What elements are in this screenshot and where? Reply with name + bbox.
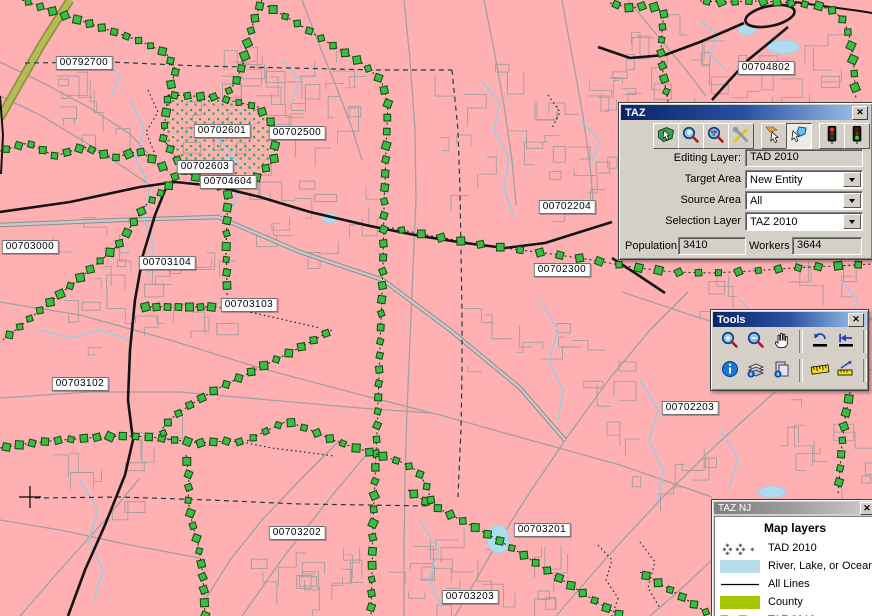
pointer-select-shape-button[interactable] xyxy=(786,123,812,149)
traffic-green-icon xyxy=(847,125,867,148)
population-field: 3410 xyxy=(678,237,746,255)
water-fill-swatch xyxy=(720,560,762,573)
legend-heading: Map layers xyxy=(715,519,872,539)
legend-panel: TAZ NJ ✕ Map layers TAD 2010 River, Lake,… xyxy=(711,499,872,616)
target-area-value: New Entity xyxy=(746,174,842,186)
legend-window-title: TAZ NJ xyxy=(716,503,860,514)
legend-item: River, Lake, or Ocean xyxy=(715,557,872,575)
layers-info-icon xyxy=(746,359,766,382)
pan-hand-icon xyxy=(772,330,792,353)
application-screen: 0079270000704802007026010070250000702603… xyxy=(0,0,872,616)
selection-layer-label: Selection Layer xyxy=(621,215,741,227)
measure-area-icon xyxy=(836,359,856,382)
chevron-down-icon[interactable] xyxy=(843,214,861,229)
legend-item: All Lines xyxy=(715,575,872,593)
zoom-lens-icon xyxy=(681,125,701,148)
target-area-dropdown[interactable]: New Entity xyxy=(745,170,863,189)
legend-item-label: River, Lake, or Ocean xyxy=(768,560,872,572)
editing-layer-label: Editing Layer: xyxy=(621,152,741,164)
zoom-layers-button[interactable] xyxy=(703,123,729,149)
legend-item: TAD 2010 xyxy=(715,539,872,557)
select-shape-button[interactable] xyxy=(653,123,679,149)
county-fill-swatch xyxy=(720,596,762,609)
measure-area-button[interactable] xyxy=(834,359,857,382)
chevron-down-icon[interactable] xyxy=(843,193,861,208)
undo-button[interactable] xyxy=(808,330,831,353)
toolbar-separator xyxy=(799,330,803,353)
zoom-out-button[interactable] xyxy=(744,330,767,353)
workers-field: 3644 xyxy=(792,237,862,255)
legend-body: Map layers TAD 2010 River, Lake, or Ocean… xyxy=(714,516,872,616)
traffic-green-button[interactable] xyxy=(844,123,870,149)
legend-item-label: TAD 2010 xyxy=(768,542,817,554)
multi-info-button[interactable] xyxy=(770,359,793,382)
info-button[interactable] xyxy=(718,359,741,382)
settings-tools-icon xyxy=(731,125,751,148)
measure-ruler-button[interactable] xyxy=(808,359,831,382)
toolbar-separator xyxy=(863,330,867,353)
source-area-value: All xyxy=(746,195,842,207)
measure-ruler-icon xyxy=(810,359,830,382)
taz-dialog-title: TAZ xyxy=(623,107,852,119)
previous-extent-button[interactable] xyxy=(834,330,857,353)
editing-layer-field: TAD 2010 xyxy=(745,149,863,167)
zoom-layers-icon xyxy=(706,125,726,148)
target-area-label: Target Area xyxy=(621,173,741,185)
selection-layer-dropdown[interactable]: TAZ 2010 xyxy=(745,212,863,231)
tools-dialog-titlebar[interactable]: Tools ✕ xyxy=(713,312,866,327)
toolbar-separator xyxy=(799,359,803,382)
settings-tools-button[interactable] xyxy=(728,123,754,149)
toolbar-separator xyxy=(863,359,867,382)
pointer-info-button[interactable] xyxy=(761,123,787,149)
tad-dots-swatch xyxy=(720,542,762,555)
traffic-red-button[interactable] xyxy=(819,123,845,149)
zoom-out-icon xyxy=(746,330,766,353)
tools-dialog-title: Tools xyxy=(715,314,848,326)
zoom-in-icon xyxy=(720,330,740,353)
legend-item: County xyxy=(715,593,872,611)
pointer-select-shape-icon xyxy=(789,125,809,148)
population-label: Population xyxy=(625,240,675,252)
traffic-red-icon xyxy=(822,125,842,148)
layers-info-button[interactable] xyxy=(744,359,767,382)
taz-dialog-titlebar[interactable]: TAZ ✕ xyxy=(621,105,870,120)
zoom-lens-button[interactable] xyxy=(678,123,704,149)
close-icon[interactable]: ✕ xyxy=(852,106,868,120)
selection-layer-value: TAZ 2010 xyxy=(746,216,842,228)
chevron-down-icon[interactable] xyxy=(843,172,861,187)
legend-item: TAZ 2010 xyxy=(715,611,872,616)
source-area-label: Source Area xyxy=(621,194,741,206)
legend-item-label: All Lines xyxy=(768,578,810,590)
taz-dialog: TAZ ✕ Editing Layer: TAD 2010 Target Are… xyxy=(618,102,872,260)
legend-item-label: County xyxy=(768,596,803,608)
info-icon xyxy=(720,359,740,382)
pointer-info-icon xyxy=(764,125,784,148)
multi-info-icon xyxy=(772,359,792,382)
close-icon[interactable]: ✕ xyxy=(848,313,864,327)
previous-extent-icon xyxy=(836,330,856,353)
source-area-dropdown[interactable]: All xyxy=(745,191,863,210)
select-shape-icon xyxy=(656,125,676,148)
workers-label: Workers xyxy=(749,240,789,252)
legend-titlebar[interactable]: TAZ NJ ✕ xyxy=(714,502,872,514)
close-icon[interactable]: ✕ xyxy=(860,502,872,515)
black-line-swatch xyxy=(720,578,762,591)
zoom-in-button[interactable] xyxy=(718,330,741,353)
undo-icon xyxy=(810,330,830,353)
pan-hand-button[interactable] xyxy=(770,330,793,353)
tools-dialog: Tools ✕ xyxy=(710,309,869,391)
